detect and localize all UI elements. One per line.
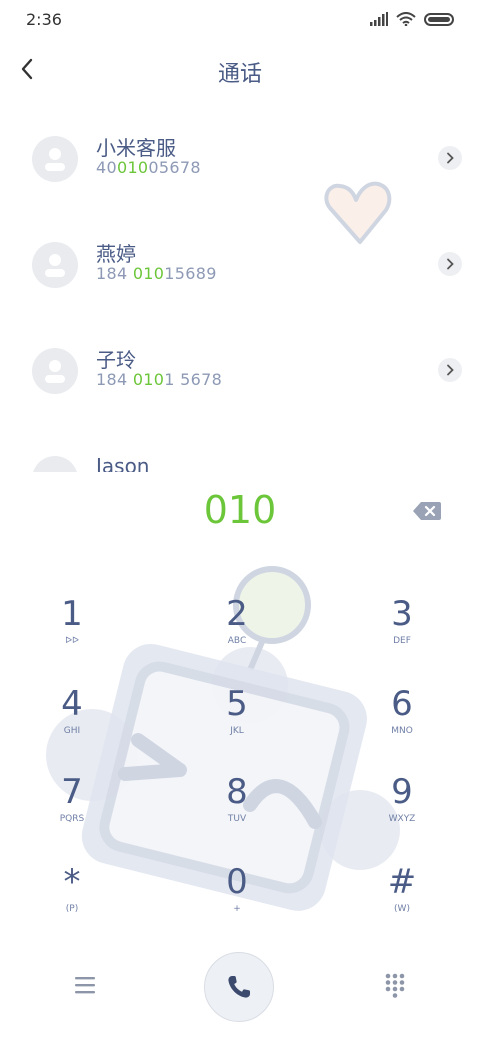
- contact-number: 184 0101 5678: [96, 370, 223, 389]
- avatar: [32, 456, 78, 472]
- chevron-right-icon: [447, 152, 454, 164]
- key-7[interactable]: 7 PQRS: [22, 772, 122, 852]
- contact-name: 燕婷: [96, 242, 136, 266]
- chevron-right-icon: [447, 258, 454, 270]
- key-9[interactable]: 9 WXYZ: [352, 772, 452, 852]
- key-star[interactable]: * (P): [22, 862, 122, 942]
- call-button[interactable]: [204, 952, 274, 1022]
- signal-icon: [370, 12, 388, 26]
- contact-number: 184 01015689: [96, 264, 217, 283]
- heart-icon: [324, 181, 392, 244]
- key-2[interactable]: 2 ABC: [187, 594, 287, 674]
- person-icon: [45, 254, 65, 277]
- avatar: [32, 136, 78, 182]
- key-1[interactable]: 1 ᐅᐅ: [22, 594, 122, 674]
- key-5[interactable]: 5 JKL: [187, 684, 287, 764]
- contact-detail-button[interactable]: [438, 146, 462, 170]
- person-icon: [45, 360, 65, 383]
- key-6[interactable]: 6 MNO: [352, 684, 452, 764]
- person-icon: [45, 148, 65, 171]
- key-0[interactable]: 0 +: [187, 862, 287, 942]
- dialpad-toggle-button[interactable]: [384, 972, 406, 998]
- key-hash[interactable]: # (W): [352, 862, 452, 942]
- status-icons: [370, 12, 454, 26]
- page-title: 通话: [217, 62, 262, 87]
- contact-row[interactable]: 小米客服 4001005678: [0, 136, 480, 206]
- contact-row[interactable]: Jason: [0, 452, 480, 472]
- dialed-number: 010: [203, 488, 277, 532]
- key-8[interactable]: 8 TUV: [187, 772, 287, 852]
- key-3[interactable]: 3 DEF: [352, 594, 452, 674]
- contact-name: Jason: [96, 454, 150, 472]
- contact-name: 子玲: [96, 348, 136, 372]
- contact-row[interactable]: 燕婷 184 01015689: [0, 242, 480, 312]
- battery-icon: [424, 12, 454, 26]
- avatar: [32, 242, 78, 288]
- key-4[interactable]: 4 GHI: [22, 684, 122, 764]
- backspace-button[interactable]: [412, 500, 442, 522]
- contact-detail-button[interactable]: [438, 358, 462, 382]
- chevron-right-icon: [447, 364, 454, 376]
- contact-detail-button[interactable]: [438, 252, 462, 276]
- backspace-icon: [413, 502, 441, 520]
- avatar: [32, 348, 78, 394]
- dialpad-grid-icon: [385, 973, 405, 998]
- contact-row[interactable]: 子玲 184 0101 5678: [0, 348, 480, 418]
- contact-name: 小米客服: [96, 136, 176, 160]
- menu-icon: [75, 977, 95, 994]
- menu-button[interactable]: [72, 972, 98, 998]
- status-time: 2:36: [26, 10, 62, 29]
- phone-icon: [228, 976, 250, 998]
- contact-number: 4001005678: [96, 158, 201, 177]
- wifi-icon: [396, 12, 416, 26]
